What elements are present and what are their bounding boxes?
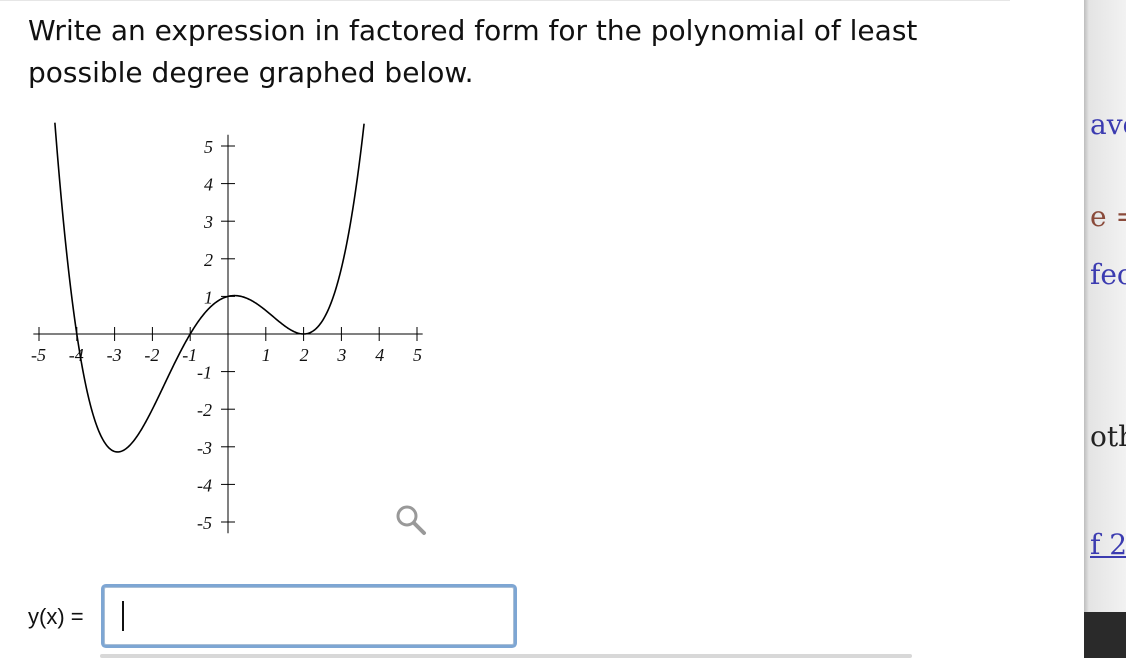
x-tick-label: 4 bbox=[375, 345, 384, 365]
polynomial-graph: -5 -4 -3 -2 -1 1 2 3 4 554321-1-2-3-4-5 bbox=[31, 122, 423, 534]
x-tick-label: 5 bbox=[413, 345, 422, 365]
graph-tick-labels: -5 -4 -3 -2 -1 1 2 3 4 554321-1-2-3-4-5 bbox=[31, 137, 422, 533]
y-tick-label: 2 bbox=[204, 250, 213, 270]
sidebar-link[interactable]: f 2 bbox=[1090, 528, 1126, 561]
x-tick-label: -3 bbox=[107, 345, 122, 365]
y-tick-label: 3 bbox=[203, 212, 213, 232]
answer-label: y(x) = bbox=[28, 604, 84, 629]
answer-input[interactable] bbox=[104, 587, 514, 645]
x-tick-label: 3 bbox=[336, 345, 346, 365]
sidebar-fragment: ave bbox=[1090, 108, 1126, 141]
horizontal-scrollbar[interactable] bbox=[100, 654, 912, 658]
sidebar-footer bbox=[1084, 612, 1126, 658]
y-tick-label: -5 bbox=[197, 513, 212, 533]
graph-axes bbox=[33, 134, 423, 534]
x-tick-label: -2 bbox=[144, 345, 159, 365]
x-tick-label: -1 bbox=[182, 345, 197, 365]
y-tick-label: 4 bbox=[204, 175, 213, 195]
text-caret bbox=[122, 601, 124, 631]
y-tick-label: -1 bbox=[197, 363, 212, 383]
x-tick-label: 2 bbox=[300, 345, 309, 365]
sidebar-fragment: fec bbox=[1090, 258, 1126, 291]
y-tick-label: -4 bbox=[197, 475, 212, 495]
y-tick-label: 1 bbox=[204, 287, 213, 307]
x-tick-label: -5 bbox=[31, 345, 46, 365]
sidebar-fragment: e = bbox=[1090, 200, 1126, 233]
y-tick-label: -3 bbox=[197, 438, 212, 458]
y-tick-label: -2 bbox=[197, 400, 212, 420]
y-tick-label: 5 bbox=[204, 137, 213, 157]
sidebar-panel: ave e = fec oth f 2 bbox=[1084, 0, 1126, 612]
x-tick-label: 1 bbox=[262, 345, 271, 365]
sidebar-fragment: oth bbox=[1090, 420, 1126, 453]
magnifying-glass-icon[interactable] bbox=[393, 502, 429, 538]
